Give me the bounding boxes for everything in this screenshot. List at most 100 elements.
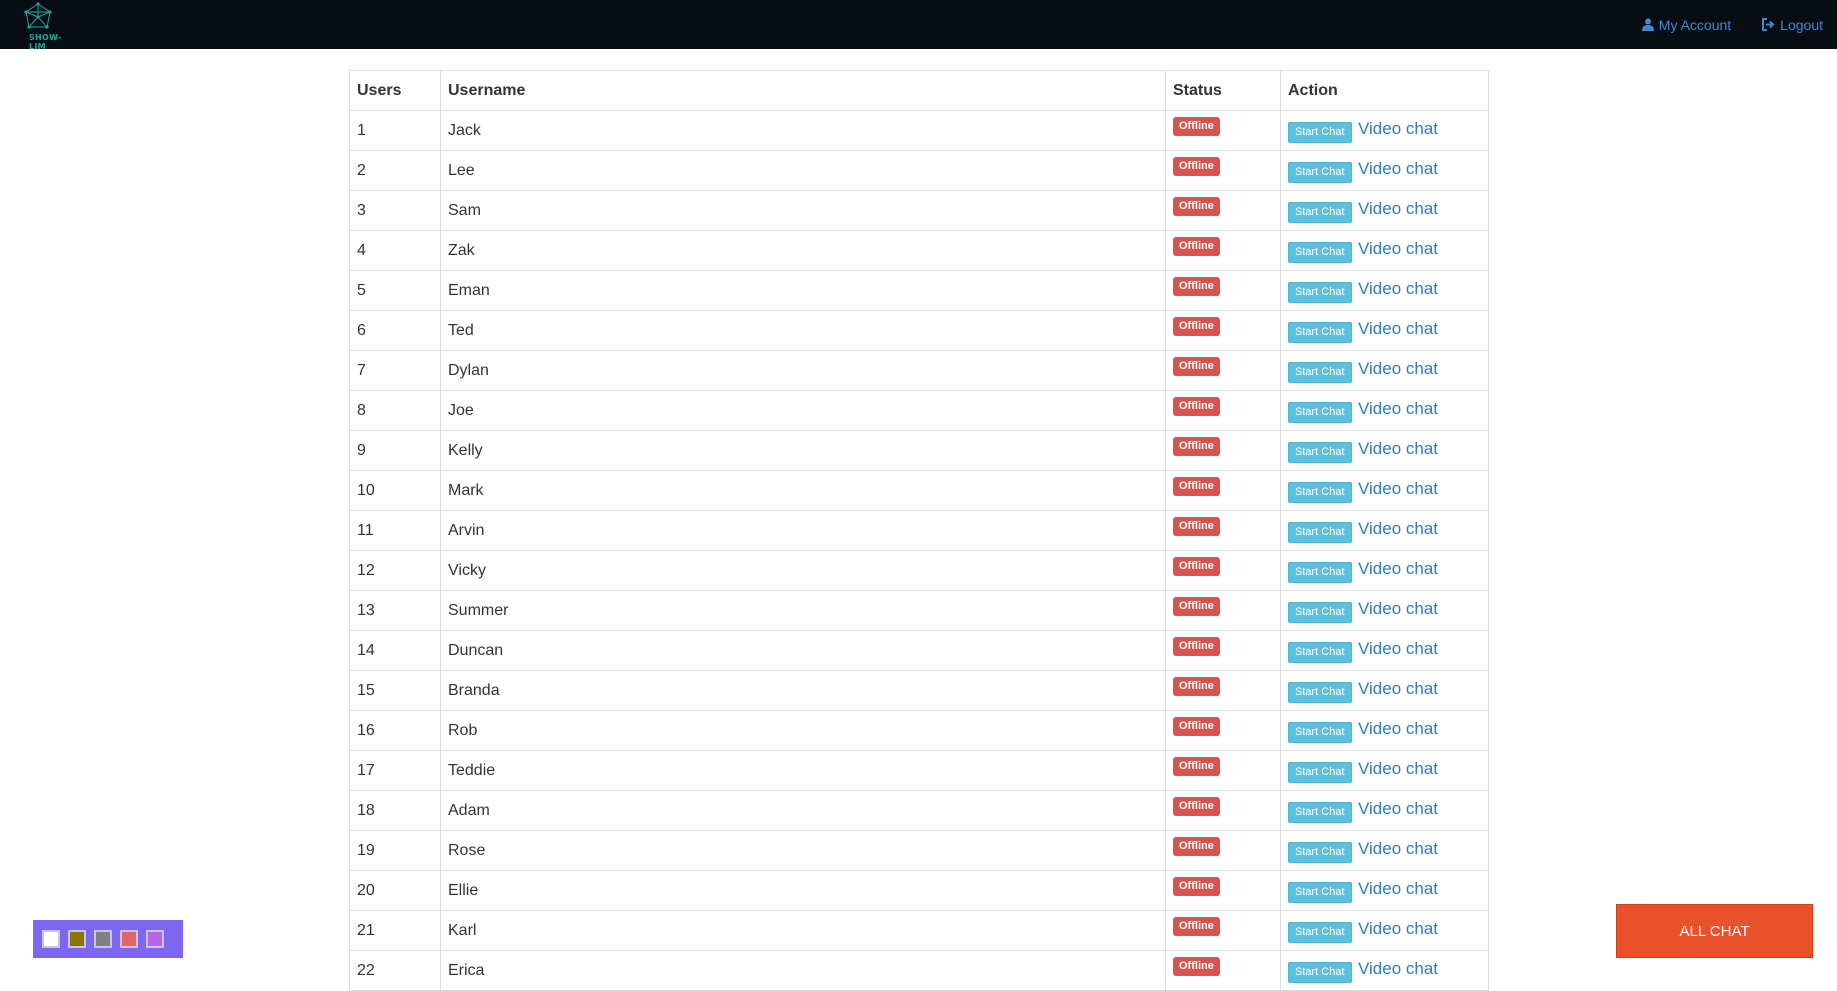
video-chat-link[interactable]: Video chat — [1358, 519, 1438, 538]
users-table: Users Username Status Action 1 Jack Offlin… — [349, 70, 1489, 991]
video-chat-link[interactable]: Video chat — [1358, 239, 1438, 258]
start-chat-button[interactable]: Start Chat — [1288, 202, 1352, 223]
action-cell: Start Chat Video chat — [1280, 310, 1489, 351]
start-chat-button[interactable]: Start Chat — [1288, 322, 1352, 343]
logout-link[interactable]: Logout — [1761, 17, 1823, 33]
video-chat-link[interactable]: Video chat — [1358, 319, 1438, 338]
table-row: 4 Zak Offline Start Chat Video chat — [349, 230, 1489, 271]
user-number: 18 — [349, 790, 441, 831]
video-chat-link[interactable]: Video chat — [1358, 639, 1438, 658]
video-chat-link[interactable]: Video chat — [1358, 439, 1438, 458]
video-chat-link[interactable]: Video chat — [1358, 559, 1438, 578]
video-chat-link[interactable]: Video chat — [1358, 159, 1438, 178]
color-swatch[interactable] — [94, 930, 112, 948]
status-cell: Offline — [1165, 670, 1281, 711]
start-chat-button[interactable]: Start Chat — [1288, 802, 1352, 823]
status-cell: Offline — [1165, 310, 1281, 351]
start-chat-button[interactable]: Start Chat — [1288, 922, 1352, 943]
username: Summer — [440, 590, 1166, 631]
username: Vicky — [440, 550, 1166, 591]
status-cell: Offline — [1165, 870, 1281, 911]
start-chat-button[interactable]: Start Chat — [1288, 362, 1352, 383]
username: Arvin — [440, 510, 1166, 551]
start-chat-button[interactable]: Start Chat — [1288, 522, 1352, 543]
start-chat-button[interactable]: Start Chat — [1288, 122, 1352, 143]
start-chat-button[interactable]: Start Chat — [1288, 442, 1352, 463]
start-chat-button[interactable]: Start Chat — [1288, 642, 1352, 663]
start-chat-button[interactable]: Start Chat — [1288, 722, 1352, 743]
start-chat-button[interactable]: Start Chat — [1288, 402, 1352, 423]
status-cell: Offline — [1165, 270, 1281, 311]
status-badge: Offline — [1173, 516, 1220, 536]
my-account-link[interactable]: My Account — [1641, 17, 1731, 33]
start-chat-button[interactable]: Start Chat — [1288, 162, 1352, 183]
video-chat-link[interactable]: Video chat — [1358, 279, 1438, 298]
logo-text: SHOW-LIM — [29, 33, 62, 51]
status-cell: Offline — [1165, 350, 1281, 391]
username: Lee — [440, 150, 1166, 191]
table-row: 3 Sam Offline Start Chat Video chat — [349, 190, 1489, 231]
start-chat-button[interactable]: Start Chat — [1288, 282, 1352, 303]
start-chat-button[interactable]: Start Chat — [1288, 842, 1352, 863]
video-chat-link[interactable]: Video chat — [1358, 799, 1438, 818]
video-chat-link[interactable]: Video chat — [1358, 959, 1438, 978]
all-chat-button[interactable]: ALL CHAT — [1616, 904, 1813, 958]
table-row: 10 Mark Offline Start Chat Video chat — [349, 470, 1489, 511]
video-chat-link[interactable]: Video chat — [1358, 919, 1438, 938]
action-cell: Start Chat Video chat — [1280, 430, 1489, 471]
start-chat-button[interactable]: Start Chat — [1288, 602, 1352, 623]
status-cell: Offline — [1165, 750, 1281, 791]
brand-logo[interactable]: SHOW-LIM — [14, 2, 61, 51]
table-row: 2 Lee Offline Start Chat Video chat — [349, 150, 1489, 191]
user-number: 19 — [349, 830, 441, 871]
start-chat-button[interactable]: Start Chat — [1288, 242, 1352, 263]
start-chat-button[interactable]: Start Chat — [1288, 682, 1352, 703]
video-chat-link[interactable]: Video chat — [1358, 839, 1438, 858]
color-swatch[interactable] — [42, 930, 60, 948]
color-swatch[interactable] — [120, 930, 138, 948]
video-chat-link[interactable]: Video chat — [1358, 719, 1438, 738]
start-chat-button[interactable]: Start Chat — [1288, 962, 1352, 983]
start-chat-button[interactable]: Start Chat — [1288, 762, 1352, 783]
user-number: 21 — [349, 910, 441, 951]
username: Kelly — [440, 430, 1166, 471]
video-chat-link[interactable]: Video chat — [1358, 359, 1438, 378]
color-swatch[interactable] — [146, 930, 164, 948]
username: Mark — [440, 470, 1166, 511]
video-chat-link[interactable]: Video chat — [1358, 679, 1438, 698]
video-chat-link[interactable]: Video chat — [1358, 479, 1438, 498]
video-chat-link[interactable]: Video chat — [1358, 759, 1438, 778]
user-number: 5 — [349, 270, 441, 311]
user-number: 13 — [349, 590, 441, 631]
action-cell: Start Chat Video chat — [1280, 510, 1489, 551]
start-chat-button[interactable]: Start Chat — [1288, 882, 1352, 903]
status-cell: Offline — [1165, 830, 1281, 871]
start-chat-button[interactable]: Start Chat — [1288, 562, 1352, 583]
status-cell: Offline — [1165, 430, 1281, 471]
action-cell: Start Chat Video chat — [1280, 830, 1489, 871]
user-number: 8 — [349, 390, 441, 431]
nav-links: My Account Logout — [1641, 0, 1837, 49]
video-chat-link[interactable]: Video chat — [1358, 399, 1438, 418]
video-chat-link[interactable]: Video chat — [1358, 199, 1438, 218]
user-number: 15 — [349, 670, 441, 711]
status-badge: Offline — [1173, 756, 1220, 776]
video-chat-link[interactable]: Video chat — [1358, 599, 1438, 618]
status-badge: Offline — [1173, 596, 1220, 616]
table-row: 8 Joe Offline Start Chat Video chat — [349, 390, 1489, 431]
action-cell: Start Chat Video chat — [1280, 470, 1489, 511]
status-cell: Offline — [1165, 230, 1281, 271]
video-chat-link[interactable]: Video chat — [1358, 879, 1438, 898]
status-badge: Offline — [1173, 316, 1220, 336]
status-cell: Offline — [1165, 190, 1281, 231]
username: Duncan — [440, 630, 1166, 671]
user-number: 12 — [349, 550, 441, 591]
table-header-row: Users Username Status Action — [349, 70, 1489, 111]
color-swatch[interactable] — [68, 930, 86, 948]
status-cell: Offline — [1165, 110, 1281, 151]
status-badge: Offline — [1173, 116, 1220, 136]
status-badge: Offline — [1173, 196, 1220, 216]
start-chat-button[interactable]: Start Chat — [1288, 482, 1352, 503]
status-badge: Offline — [1173, 716, 1220, 736]
video-chat-link[interactable]: Video chat — [1358, 119, 1438, 138]
